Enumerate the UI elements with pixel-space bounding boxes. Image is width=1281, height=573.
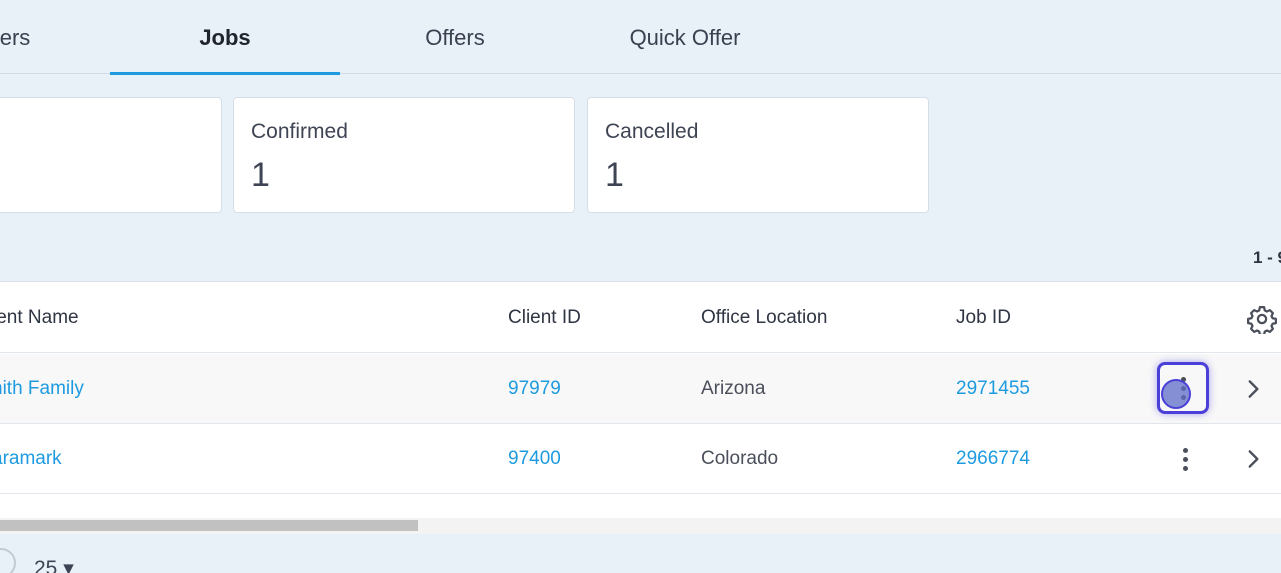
- tab-partial-first[interactable]: ers: [0, 0, 50, 74]
- page: ers Jobs Offers Quick Offer Confirmed 1 …: [0, 0, 1281, 573]
- tab-jobs[interactable]: Jobs: [110, 0, 340, 75]
- stat-card-cancelled: Cancelled 1: [587, 97, 929, 213]
- tab-quick-offer[interactable]: Quick Offer: [570, 0, 800, 74]
- tab-bar: ers Jobs Offers Quick Offer: [0, 0, 1281, 75]
- jobs-table: ient Name Client ID Office Location Job …: [0, 281, 1281, 534]
- cursor-indicator: [1161, 379, 1191, 409]
- column-header-client-name[interactable]: ient Name: [0, 282, 79, 354]
- column-header-job-id[interactable]: Job ID: [956, 282, 1011, 354]
- client-id-link[interactable]: 97400: [508, 424, 561, 494]
- job-id-link[interactable]: 2966774: [956, 424, 1030, 494]
- office-location: Arizona: [701, 378, 766, 399]
- office-location: Colorado: [701, 448, 779, 469]
- stat-value: 1: [605, 156, 624, 194]
- horizontal-scrollbar[interactable]: [0, 518, 1281, 534]
- table-row: aramark 97400 Colorado 2966774: [0, 424, 1281, 494]
- kebab-menu-icon: [1182, 447, 1188, 471]
- column-header-office-location[interactable]: Office Location: [701, 282, 827, 354]
- table-row: nith Family 97979 Arizona 2971455: [0, 354, 1281, 424]
- stat-label: Confirmed: [251, 120, 348, 143]
- gear-icon[interactable]: [1247, 304, 1277, 334]
- scrollbar-thumb[interactable]: [0, 520, 418, 531]
- tab-offers[interactable]: Offers: [340, 0, 570, 74]
- pagination-bar: 25 ▾: [0, 534, 1281, 573]
- page-size-select[interactable]: 25 ▾: [34, 556, 74, 573]
- stat-card-partial: [0, 97, 222, 213]
- stat-label: Cancelled: [605, 120, 699, 143]
- client-id-link[interactable]: 97979: [508, 354, 561, 424]
- chevron-right-icon[interactable]: [1240, 376, 1266, 402]
- chevron-right-icon[interactable]: [1240, 446, 1266, 472]
- client-name-link[interactable]: aramark: [0, 424, 62, 494]
- stat-value: 1: [251, 156, 270, 194]
- column-header-client-id[interactable]: Client ID: [508, 282, 581, 354]
- table-header: ient Name Client ID Office Location Job …: [0, 282, 1281, 353]
- client-name-link[interactable]: nith Family: [0, 354, 84, 424]
- pagination-range: 1 - 9: [1252, 248, 1281, 267]
- stat-card-confirmed: Confirmed 1: [233, 97, 575, 213]
- previous-page-button[interactable]: [0, 548, 16, 573]
- job-id-link[interactable]: 2971455: [956, 354, 1030, 424]
- row-menu-button[interactable]: [1157, 362, 1209, 414]
- row-menu-button[interactable]: [1159, 433, 1211, 485]
